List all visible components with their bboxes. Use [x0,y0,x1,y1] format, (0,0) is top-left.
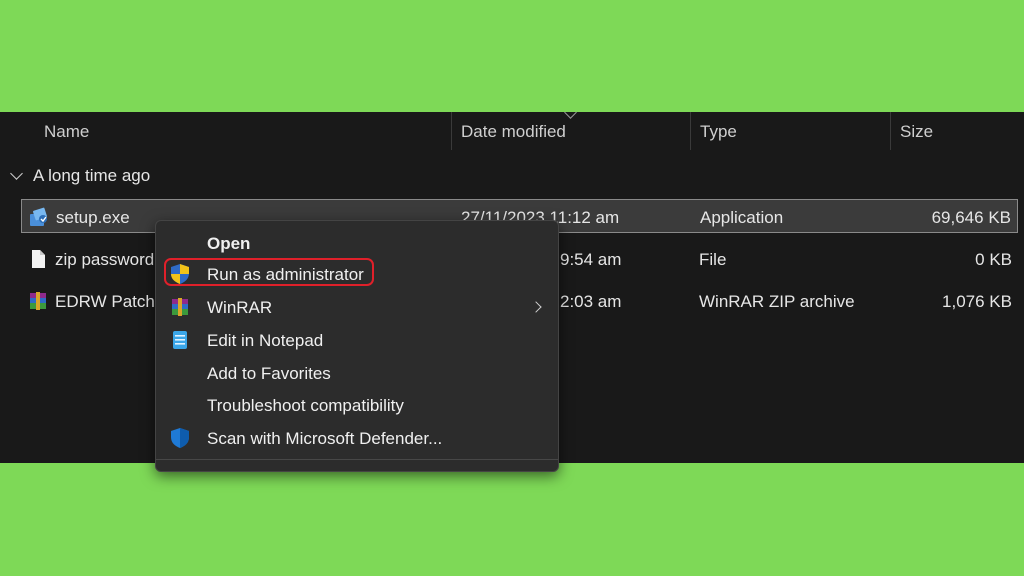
notepad-icon [173,331,187,349]
file-size: 1,076 KB [942,292,1012,311]
menu-item-add-to-favorites[interactable]: Add to Favorites [156,357,558,389]
context-menu: Open Run as administrator WinRAR Edit in… [155,220,559,472]
menu-separator [156,459,558,460]
file-name: EDRW Patch [55,292,155,311]
menu-item-winrar[interactable]: WinRAR [156,291,558,323]
column-date-header[interactable]: Date modified [461,122,566,142]
file-date: 2:03 am [560,292,622,311]
menu-item-open[interactable]: Open [156,227,558,259]
menu-item-troubleshoot-compatibility[interactable]: Troubleshoot compatibility [156,389,558,421]
file-name: zip password [55,250,155,269]
file-type: Application [700,208,784,227]
column-header: Name Date modified Type Size [0,112,1024,150]
chevron-right-icon [530,301,542,313]
menu-item-label: Troubleshoot compatibility [207,396,404,415]
file-icon [32,250,45,268]
winrar-icon [30,292,46,310]
menu-item-label: WinRAR [207,298,273,317]
file-type: File [699,250,727,269]
installer-icon [30,207,47,226]
file-date: 9:54 am [560,250,622,269]
column-divider[interactable] [690,112,691,150]
group-label: A long time ago [33,166,151,185]
column-size-header[interactable]: Size [900,122,933,142]
defender-shield-icon [171,428,189,448]
column-type-header[interactable]: Type [700,122,737,142]
file-size: 69,646 KB [931,208,1011,227]
group-header[interactable]: A long time ago [10,166,150,186]
sort-caret-icon [564,112,577,119]
menu-item-label: Edit in Notepad [207,331,324,350]
highlight-annotation [164,258,374,286]
column-name-header[interactable]: Name [44,122,89,142]
winrar-icon [172,298,188,316]
column-divider[interactable] [890,112,891,150]
menu-item-label: Open [207,234,251,253]
file-size: 0 KB [975,250,1012,269]
file-name: setup.exe [56,208,130,227]
column-divider[interactable] [451,112,452,150]
chevron-down-icon [10,166,23,180]
menu-item-label: Add to Favorites [207,364,331,383]
menu-item-edit-in-notepad[interactable]: Edit in Notepad [156,324,558,356]
file-type: WinRAR ZIP archive [699,292,855,311]
menu-item-scan-with-defender[interactable]: Scan with Microsoft Defender... [156,422,558,454]
menu-item-label: Scan with Microsoft Defender... [207,429,443,448]
